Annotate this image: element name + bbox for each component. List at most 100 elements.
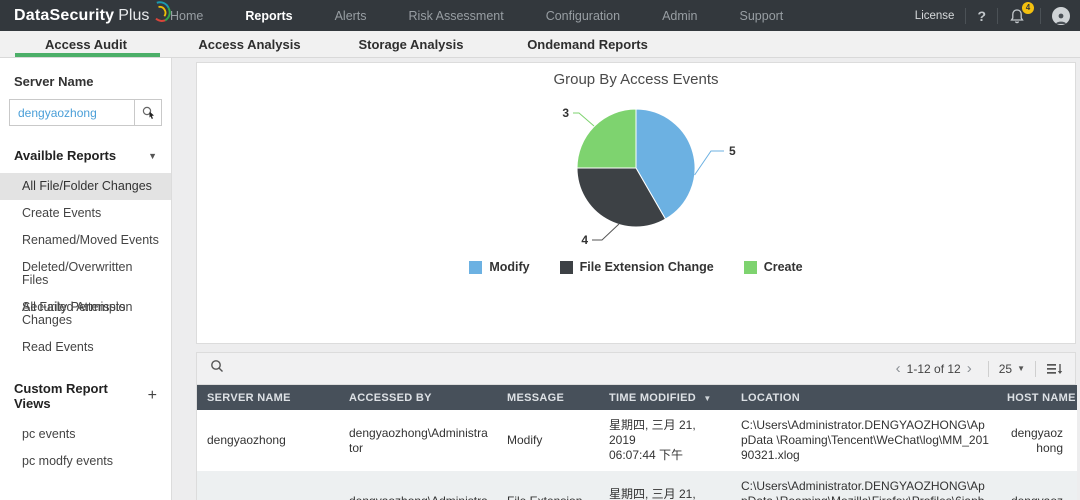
sidebar-item-security-permission-changes[interactable]: Security Permission Changes xyxy=(0,294,171,334)
time-date: 星期四, 三月 21, 2019 xyxy=(609,418,696,447)
legend-item[interactable]: Create xyxy=(744,260,803,274)
nav-item-admin[interactable]: Admin xyxy=(662,9,697,23)
sidebar-item-all-file-folder-changes[interactable]: All File/Folder Changes xyxy=(0,173,171,200)
brand-name: DataSecurity xyxy=(14,7,114,25)
column-label: TIME MODIFIED xyxy=(609,392,696,404)
tab-label: Access Analysis xyxy=(198,37,300,52)
main-content: Group By Access Events 543 ModifyFile Ex… xyxy=(172,58,1080,500)
cell-location: C:\Users\Administrator.DENGYAOZHONG\AppD… xyxy=(731,471,997,500)
cell-time-modified: 星期四, 三月 21, 2019 06:07:35 下午 xyxy=(599,471,731,500)
custom-report-views-header[interactable]: Custom Report Views + xyxy=(0,373,171,421)
cell-host-name: dengyaozhong xyxy=(997,410,1077,471)
active-tab-underline xyxy=(15,53,160,57)
legend-item[interactable]: Modify xyxy=(469,260,529,274)
sidebar-item-read-events[interactable]: Read Events xyxy=(0,334,171,361)
chart-title: Group By Access Events xyxy=(197,63,1075,88)
pie-slice[interactable] xyxy=(577,109,636,168)
sidebar-item-renamed-moved-events[interactable]: Renamed/Moved Events xyxy=(0,227,171,254)
divider xyxy=(965,8,966,24)
column-header-time-modified[interactable]: TIME MODIFIED ▼ xyxy=(599,385,731,410)
legend-swatch xyxy=(560,261,573,274)
prev-page-icon[interactable]: ‹ xyxy=(890,360,907,377)
table-row[interactable]: dengyaozhong dengyaozhong\Administrator … xyxy=(197,471,1077,500)
tab-access-analysis[interactable]: Access Analysis xyxy=(172,31,327,57)
tab-ondemand-reports[interactable]: Ondemand Reports xyxy=(495,31,680,57)
events-table: SERVER NAME ACCESSED BY MESSAGE TIME MOD… xyxy=(197,385,1077,500)
sidebar-item-pc-events[interactable]: pc events xyxy=(0,421,171,448)
pie-value-label: 5 xyxy=(729,144,736,158)
divider xyxy=(1040,8,1041,24)
tab-label: Ondemand Reports xyxy=(527,37,648,52)
chart-legend: Modify File Extension Change Create xyxy=(197,260,1075,274)
divider xyxy=(1035,361,1036,377)
report-tabs: Access Audit Access Analysis Storage Ana… xyxy=(0,31,1080,58)
top-bar: DataSecurity Plus Home Reports Alerts Ri… xyxy=(0,0,1080,31)
column-header-server-name[interactable]: SERVER NAME xyxy=(197,385,339,410)
divider xyxy=(997,8,998,24)
pagination-range: 1-12 of 12 xyxy=(907,362,961,376)
server-name-label: Server Name xyxy=(0,58,171,99)
user-avatar-icon[interactable] xyxy=(1052,7,1070,25)
events-table-panel: ‹ 1-12 of 12 › 25 ▼ xyxy=(196,352,1076,500)
cell-host-name: dengyaozhong xyxy=(997,471,1077,500)
next-page-icon[interactable]: › xyxy=(961,360,978,377)
cell-accessed-by: dengyaozhong\Administrator xyxy=(339,410,497,471)
cell-server-name: dengyaozhong xyxy=(197,410,339,471)
cell-server-name: dengyaozhong xyxy=(197,471,339,500)
legend-item[interactable]: File Extension Change xyxy=(560,260,714,274)
brand-swoosh-icon xyxy=(151,0,171,29)
column-chooser-icon[interactable] xyxy=(1046,362,1063,376)
nav-item-support[interactable]: Support xyxy=(740,9,784,23)
table-row[interactable]: dengyaozhong dengyaozhong\Administrator … xyxy=(197,410,1077,471)
legend-swatch xyxy=(469,261,482,274)
pie-leader-line xyxy=(573,113,594,126)
sidebar: Server Name Availble Reports ▼ All File/… xyxy=(0,58,172,500)
license-button[interactable]: License xyxy=(915,10,955,22)
column-header-accessed-by[interactable]: ACCESSED BY xyxy=(339,385,497,410)
time-date: 星期四, 三月 21, 2019 xyxy=(609,487,696,500)
table-header-row: SERVER NAME ACCESSED BY MESSAGE TIME MOD… xyxy=(197,385,1077,410)
cell-accessed-by: dengyaozhong\Administrator xyxy=(339,471,497,500)
brand-logo[interactable]: DataSecurity Plus xyxy=(0,2,158,29)
nav-item-home[interactable]: Home xyxy=(170,9,203,23)
sort-desc-icon: ▼ xyxy=(703,394,711,403)
sidebar-item-pc-modfy-events[interactable]: pc modfy events xyxy=(0,448,171,475)
legend-label: Create xyxy=(764,260,803,274)
legend-label: Modify xyxy=(489,260,529,274)
custom-report-views-label: Custom Report Views xyxy=(14,381,148,411)
sidebar-item-create-events[interactable]: Create Events xyxy=(0,200,171,227)
pie-value-label: 4 xyxy=(581,233,588,247)
nav-item-alerts[interactable]: Alerts xyxy=(335,9,367,23)
notifications-bell-icon[interactable]: 4 xyxy=(1009,6,1029,26)
help-icon[interactable]: ? xyxy=(977,8,986,24)
column-header-host-name[interactable]: HOST NAME xyxy=(997,385,1077,410)
cell-message: Modify xyxy=(497,410,599,471)
available-reports-header[interactable]: Availble Reports ▼ xyxy=(0,140,171,173)
table-search-icon[interactable] xyxy=(209,358,225,379)
legend-label: File Extension Change xyxy=(580,260,714,274)
available-reports-label: Availble Reports xyxy=(14,148,116,163)
topbar-right-cluster: License ? 4 xyxy=(915,6,1080,26)
nav-item-reports[interactable]: Reports xyxy=(245,9,292,23)
column-header-location[interactable]: LOCATION xyxy=(731,385,997,410)
chevron-down-icon: ▼ xyxy=(1017,364,1025,373)
server-name-input[interactable] xyxy=(9,99,134,126)
page-size-value: 25 xyxy=(999,362,1012,376)
sidebar-item-deleted-overwritten-files[interactable]: Deleted/Overwritten Files xyxy=(0,254,171,294)
nav-item-configuration[interactable]: Configuration xyxy=(546,9,620,23)
pie-value-label: 3 xyxy=(562,106,569,120)
tab-access-audit[interactable]: Access Audit xyxy=(0,31,172,57)
add-custom-report-icon[interactable]: + xyxy=(148,387,157,405)
time-clock: 06:07:44 下午 xyxy=(609,448,683,462)
page-size-dropdown[interactable]: 25 ▼ xyxy=(999,362,1025,376)
pie-leader-line xyxy=(695,151,724,175)
tab-storage-analysis[interactable]: Storage Analysis xyxy=(327,31,495,57)
server-search-button[interactable] xyxy=(134,99,162,126)
nav-item-risk-assessment[interactable]: Risk Assessment xyxy=(409,9,504,23)
cell-location: C:\Users\Administrator.DENGYAOZHONG\AppD… xyxy=(731,410,997,471)
chart-panel: Group By Access Events 5 4 3 Modify File Ex… xyxy=(196,62,1076,344)
chevron-down-icon: ▼ xyxy=(148,151,157,161)
column-header-message[interactable]: MESSAGE xyxy=(497,385,599,410)
tab-label: Storage Analysis xyxy=(358,37,463,52)
cell-message: File Extension Change xyxy=(497,471,599,500)
